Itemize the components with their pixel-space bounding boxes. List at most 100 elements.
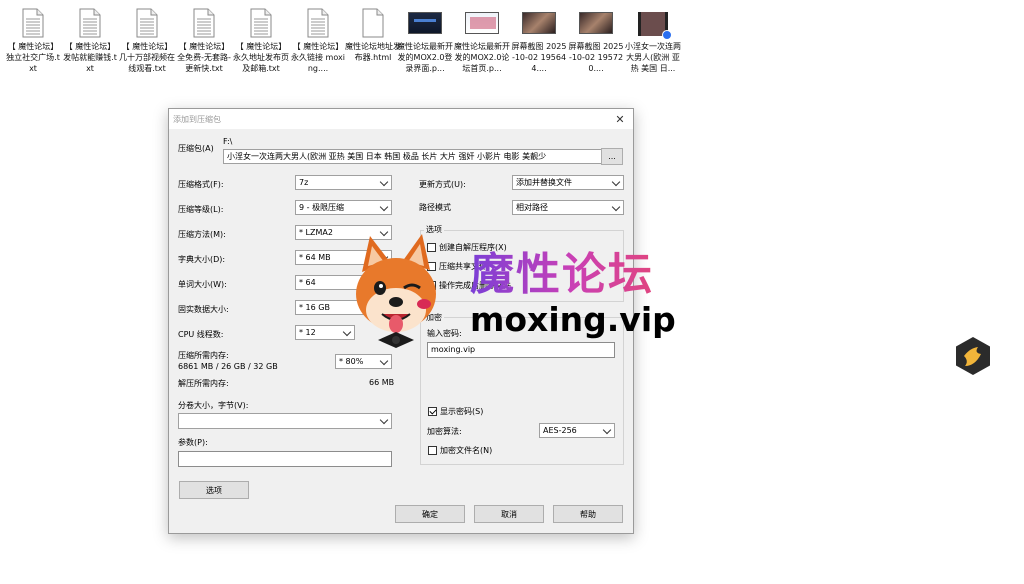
- dialog-title: 添加到压缩包: [173, 114, 221, 124]
- text-file-icon: [136, 8, 158, 38]
- decomp-label: 解压所需内存:: [178, 379, 229, 388]
- desktop-file-item[interactable]: 【 魔性论坛】独立社交广场.txt: [6, 8, 60, 74]
- chevron-down-icon: [379, 176, 389, 189]
- params-label: 参数(P):: [178, 438, 208, 447]
- desktop-file-item[interactable]: 【 魔性论坛】几十万部视频在线观看.txt: [119, 8, 175, 74]
- cpu-combo[interactable]: * 12: [295, 325, 355, 340]
- desktop-file-item[interactable]: 【 魔性论坛】全免费-无套路-更新快.txt: [177, 8, 231, 74]
- ok-button[interactable]: 确定: [395, 505, 465, 523]
- path-combo[interactable]: 相对路径: [512, 200, 624, 215]
- bird-logo-icon: [956, 337, 990, 375]
- watermark-domain: moxing.vip: [470, 300, 676, 339]
- method-value: * LZMA2: [299, 228, 333, 237]
- image-thumbnail-icon: [465, 12, 499, 34]
- update-value: 添加并替换文件: [516, 178, 572, 187]
- format-value: 7z: [299, 178, 309, 187]
- watermark-title: 魔性论坛: [470, 249, 654, 300]
- text-file-icon: [193, 8, 215, 38]
- archive-path: F:\: [223, 137, 233, 146]
- desktop-file-item[interactable]: 小淫女一次连两大男人(欧洲 亚热 美国 日...: [625, 8, 681, 74]
- chevron-down-icon: [379, 201, 389, 214]
- shiba-dog-mascot-icon: [356, 234, 436, 348]
- desktop-file-item[interactable]: 魔性论坛最新开发的MOX2.0登录界面.p...: [397, 8, 453, 74]
- dict-label: 字典大小(D):: [178, 255, 226, 264]
- show-password-checkbox[interactable]: [428, 407, 437, 416]
- desktop-file-label: 【 魔性论坛】几十万部视频在线观看.txt: [119, 42, 175, 73]
- image-thumbnail-icon: [579, 12, 613, 34]
- options-button[interactable]: 选项: [179, 481, 249, 499]
- desktop-file-label: 【 魔性论坛】全免费-无套路-更新快.txt: [177, 42, 231, 73]
- chevron-down-icon: [602, 424, 612, 437]
- level-combo[interactable]: 9 - 极限压缩: [295, 200, 392, 215]
- update-combo[interactable]: 添加并替换文件: [512, 175, 624, 190]
- desktop-file-label: 魔性论坛地址发布器.html: [345, 42, 401, 62]
- chevron-down-icon: [611, 201, 621, 214]
- desktop-file-label: 【 魔性论坛】发帖就能赚钱.txt: [63, 42, 117, 73]
- desktop-file-item[interactable]: 屏幕截图 2025-10-02 195644....: [512, 8, 566, 74]
- desktop-file-label: 【 魔性论坛】独立社交广场.txt: [6, 42, 60, 73]
- path-value: 相对路径: [516, 203, 548, 212]
- word-value: * 64: [299, 278, 316, 287]
- format-label: 压缩格式(F):: [178, 180, 224, 189]
- mem-combo[interactable]: * 80%: [335, 354, 392, 369]
- cpu-label: CPU 线程数:: [178, 330, 224, 339]
- help-button[interactable]: 帮助: [553, 505, 623, 523]
- desktop-file-label: 小淫女一次连两大男人(欧洲 亚热 美国 日...: [625, 42, 681, 73]
- word-label: 单词大小(W):: [178, 280, 227, 289]
- split-combo[interactable]: [178, 413, 392, 429]
- desktop-file-item[interactable]: 【 魔性论坛】发帖就能赚钱.txt: [63, 8, 117, 74]
- browse-button[interactable]: ...: [601, 148, 623, 165]
- encrypt-method-combo[interactable]: AES-256: [539, 423, 615, 438]
- sync-badge-icon: [662, 30, 672, 40]
- close-icon[interactable]: ✕: [613, 112, 627, 126]
- encrypt-method-value: AES-256: [543, 426, 577, 435]
- archive-label: 压缩包(A): [178, 144, 214, 153]
- desktop-file-label: 魔性论坛最新开发的MOX2.0论坛首页.p...: [454, 42, 510, 73]
- mem-label: 压缩所需内存:: [178, 351, 229, 360]
- desktop-file-label: 【 魔性论坛】永久地址发布页及邮箱.txt: [233, 42, 289, 73]
- method-label: 压缩方法(M):: [178, 230, 226, 239]
- cpu-value: * 12: [299, 328, 316, 337]
- desktop-file-item[interactable]: 魔性论坛最新开发的MOX2.0论坛首页.p...: [454, 8, 510, 74]
- video-file-icon: [638, 12, 672, 40]
- format-combo[interactable]: 7z: [295, 175, 392, 190]
- update-label: 更新方式(U):: [419, 180, 466, 189]
- dict-value: * 64 MB: [299, 253, 331, 262]
- split-label: 分卷大小，字节(V):: [178, 401, 249, 410]
- encrypt-names-checkbox[interactable]: [428, 446, 437, 455]
- archive-name-value: 小淫女一次连两大男人(欧洲 亚热 美国 日本 韩国 极品 长片 大片 强奸 小影…: [227, 152, 547, 161]
- decomp-value: 66 MB: [369, 378, 395, 387]
- desktop-file-label: 【 魔性论坛】永久链接 moxing....: [291, 42, 345, 73]
- desktop-file-item[interactable]: 屏幕截图 2025-10-02 195720....: [569, 8, 623, 74]
- chevron-down-icon: [379, 355, 389, 368]
- solid-label: 固实数据大小:: [178, 305, 229, 314]
- chevron-down-icon: [379, 414, 389, 427]
- mem-detail: 6861 MB / 26 GB / 32 GB: [178, 362, 278, 371]
- text-file-icon: [250, 8, 272, 38]
- dialog-titlebar: 添加到压缩包 ✕: [169, 109, 633, 129]
- encrypt-method-label: 加密算法:: [427, 427, 462, 436]
- level-value: 9 - 极限压缩: [299, 203, 345, 212]
- cancel-button[interactable]: 取消: [474, 505, 544, 523]
- encrypt-names-label: 加密文件名(N): [440, 446, 493, 455]
- image-thumbnail-icon: [408, 12, 442, 34]
- show-password-label: 显示密码(S): [440, 407, 484, 416]
- archive-name-combo[interactable]: 小淫女一次连两大男人(欧洲 亚热 美国 日本 韩国 极品 长片 大片 强奸 小影…: [223, 149, 617, 164]
- params-input[interactable]: [178, 451, 392, 467]
- desktop-file-item[interactable]: 【 魔性论坛】永久链接 moxing....: [291, 8, 345, 74]
- path-label: 路径模式: [419, 203, 451, 212]
- desktop-file-item[interactable]: 魔性论坛地址发布器.html: [345, 8, 401, 63]
- desktop-file-label: 魔性论坛最新开发的MOX2.0登录界面.p...: [397, 42, 453, 73]
- level-label: 压缩等级(L):: [178, 205, 224, 214]
- desktop-file-label: 屏幕截图 2025-10-02 195644....: [511, 42, 567, 73]
- password-input[interactable]: moxing.vip: [427, 342, 615, 358]
- image-thumbnail-icon: [522, 12, 556, 34]
- text-file-icon: [22, 8, 44, 38]
- desktop-file-label: 屏幕截图 2025-10-02 195720....: [568, 42, 624, 73]
- chevron-down-icon: [611, 176, 621, 189]
- mem-value: * 80%: [339, 357, 364, 366]
- solid-value: * 16 GB: [299, 303, 330, 312]
- html-file-icon: [362, 8, 384, 38]
- text-file-icon: [79, 8, 101, 38]
- desktop-file-item[interactable]: 【 魔性论坛】永久地址发布页及邮箱.txt: [233, 8, 289, 74]
